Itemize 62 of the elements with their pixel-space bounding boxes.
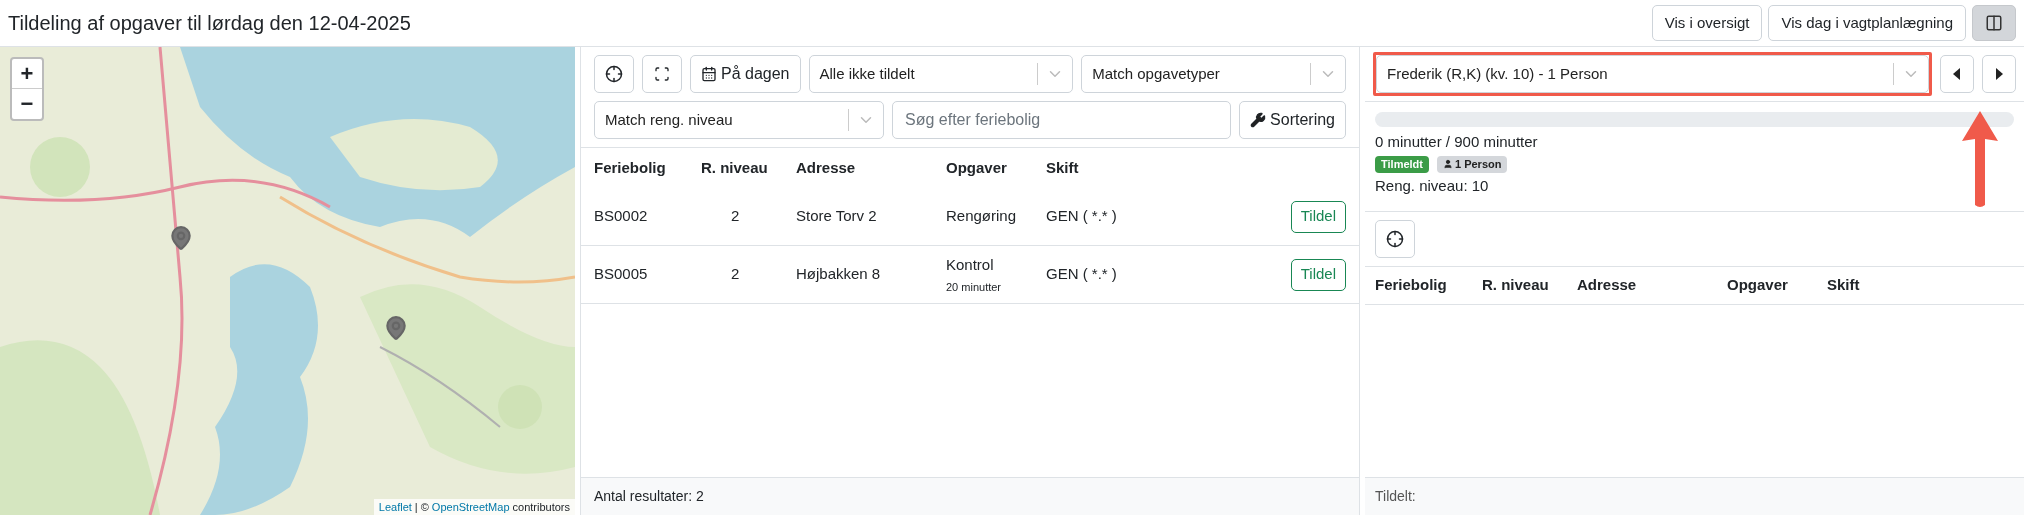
calendar-icon: [701, 66, 717, 82]
column-header: R. niveau: [701, 157, 769, 178]
crosshair-icon: [1386, 230, 1404, 248]
status-badge: Tilmeldt: [1375, 155, 1429, 173]
table-cell-text: BS0002: [594, 206, 649, 227]
column-header: Skift: [1827, 275, 1861, 296]
result-count: Antal resultater: 2: [594, 487, 704, 506]
next-button[interactable]: [1982, 55, 2016, 93]
attribution-link[interactable]: Leaflet: [378, 498, 412, 515]
wrench-icon: [1250, 112, 1267, 128]
table-cell-text: GEN ( *.* ): [1046, 264, 1118, 285]
level-filter-select[interactable]: Match reng. niveau: [594, 101, 884, 139]
table-cell-text: Rengøring: [946, 206, 1018, 227]
caret-left-icon: [1953, 68, 1961, 80]
caret-right-icon: [1995, 68, 2003, 80]
locate-button[interactable]: [594, 55, 634, 93]
column-header: Feriebolig: [1375, 275, 1448, 296]
zoom-out-button[interactable]: −: [12, 89, 42, 119]
fullscreen-button[interactable]: [642, 55, 682, 93]
staff-select[interactable]: Frederik (R,K) (kv. 10) - 1 Person: [1376, 55, 1929, 93]
attribution-link[interactable]: OpenStreetMap: [431, 498, 510, 515]
column-header: R. niveau: [1482, 275, 1550, 296]
layout-toggle[interactable]: [1972, 5, 2016, 41]
table-cell-text: GEN ( *.* ): [1046, 206, 1118, 227]
task-type-select[interactable]: Match opgavetyper: [1081, 55, 1346, 93]
duration-text: 20 minutter: [946, 280, 1003, 295]
assigned-filter-select[interactable]: Alle ikke tildelt: [808, 55, 1074, 93]
map-pin-icon: [168, 225, 194, 251]
level-text: Reng. niveau: 10: [1375, 175, 1490, 196]
table-cell-text: 2: [730, 264, 741, 285]
table-cell-text: Kontrol: [946, 254, 995, 275]
workload-text: 0 minutter / 900 minutter: [1375, 132, 1539, 152]
columns-icon: [1985, 14, 2003, 32]
column-header: Feriebolig: [594, 157, 667, 178]
view-button[interactable]: Vis i oversigt: [1651, 5, 1763, 41]
zoom-in-button[interactable]: +: [12, 59, 42, 89]
assigned-label: Tildelt:: [1375, 487, 1416, 506]
column-header: Adresse: [796, 157, 857, 178]
assign-button[interactable]: Tildel: [1290, 258, 1346, 291]
day-button[interactable]: På dagen: [690, 55, 801, 93]
search-field[interactable]: Søg efter feriebolig: [892, 101, 1232, 139]
attribution-text: | ©: [414, 499, 429, 515]
table-cell-text: Højbakken 8: [796, 264, 882, 285]
table-cell-text: Store Torv 2: [796, 206, 878, 227]
map-pin-icon: [383, 315, 409, 341]
table-cell-text: BS0005: [594, 264, 649, 285]
crosshair-icon: [605, 65, 623, 83]
locate-button[interactable]: [1375, 220, 1415, 258]
fullscreen-icon: [654, 66, 670, 82]
column-header: Skift: [1046, 157, 1080, 178]
page-title: Tildeling af opgaver til lørdag den 12-04-2025: [8, 11, 411, 36]
table-cell-text: 2: [730, 206, 741, 227]
attribution-text: contributors: [512, 499, 570, 515]
view-button[interactable]: Vis dag i vagtplanlægning: [1768, 5, 1966, 41]
column-header: Opgaver: [946, 157, 1008, 178]
assign-button[interactable]: Tildel: [1290, 200, 1346, 233]
person-icon: [1443, 159, 1453, 169]
column-header: Opgaver: [1727, 275, 1789, 296]
sort-button[interactable]: Sortering: [1239, 101, 1346, 139]
column-header: Adresse: [1577, 275, 1638, 296]
previous-button[interactable]: [1940, 55, 1974, 93]
person-badge: 1 Person: [1437, 155, 1508, 173]
